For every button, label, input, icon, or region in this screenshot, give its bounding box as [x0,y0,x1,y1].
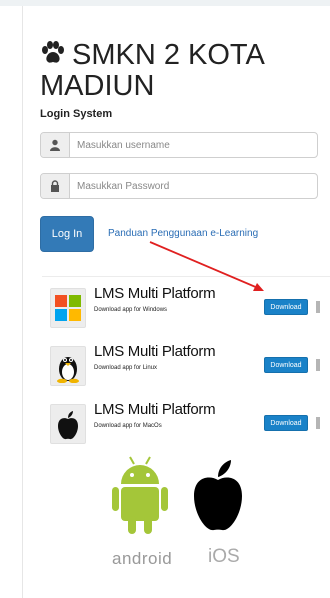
lock-icon [41,174,70,198]
android-icon [112,456,168,534]
ios-label: iOS [208,546,240,567]
download-linux-button[interactable]: Download [264,357,308,373]
scroll-marker [316,301,320,313]
title-text: SMKN 2 KOTA MADIUN [40,39,264,102]
list-item: LMS Multi Platform Download app for Linu… [50,343,330,393]
windows-icon [50,288,86,328]
login-subtitle: Login System [40,108,113,120]
paw-icon [42,41,64,63]
scroll-marker [316,359,320,371]
app-name: LMS Multi Platform [94,401,216,418]
list-item: LMS Multi Platform Download app for MacO… [50,401,330,451]
app-description: Download app for MacOs [94,423,162,429]
app-name: LMS Multi Platform [94,343,216,360]
password-group [40,173,318,199]
user-icon [41,133,70,157]
guide-link[interactable]: Panduan Penggunaan e-Learning [108,228,258,239]
apple-icon [50,404,86,444]
password-input[interactable] [77,176,309,196]
left-border [22,6,23,598]
platform-logos: android iOS [110,454,250,574]
download-panel: LMS Multi Platform Download app for Wind… [42,276,330,449]
username-input[interactable] [77,135,309,155]
ios-apple-icon [194,460,242,531]
app-name: LMS Multi Platform [94,285,216,302]
login-button[interactable]: Log In [40,216,94,252]
download-windows-button[interactable]: Download [264,299,308,315]
android-label: android [112,549,173,568]
app-description: Download app for Windows [94,307,168,313]
username-group [40,132,318,158]
scroll-marker [316,417,320,429]
top-border [0,0,330,6]
linux-icon [50,346,86,386]
page-title: SMKN 2 KOTA MADIUN [40,40,325,102]
app-description: Download app for Linux [94,365,158,371]
download-macos-button[interactable]: Download [264,415,308,431]
list-item: LMS Multi Platform Download app for Wind… [50,285,330,335]
